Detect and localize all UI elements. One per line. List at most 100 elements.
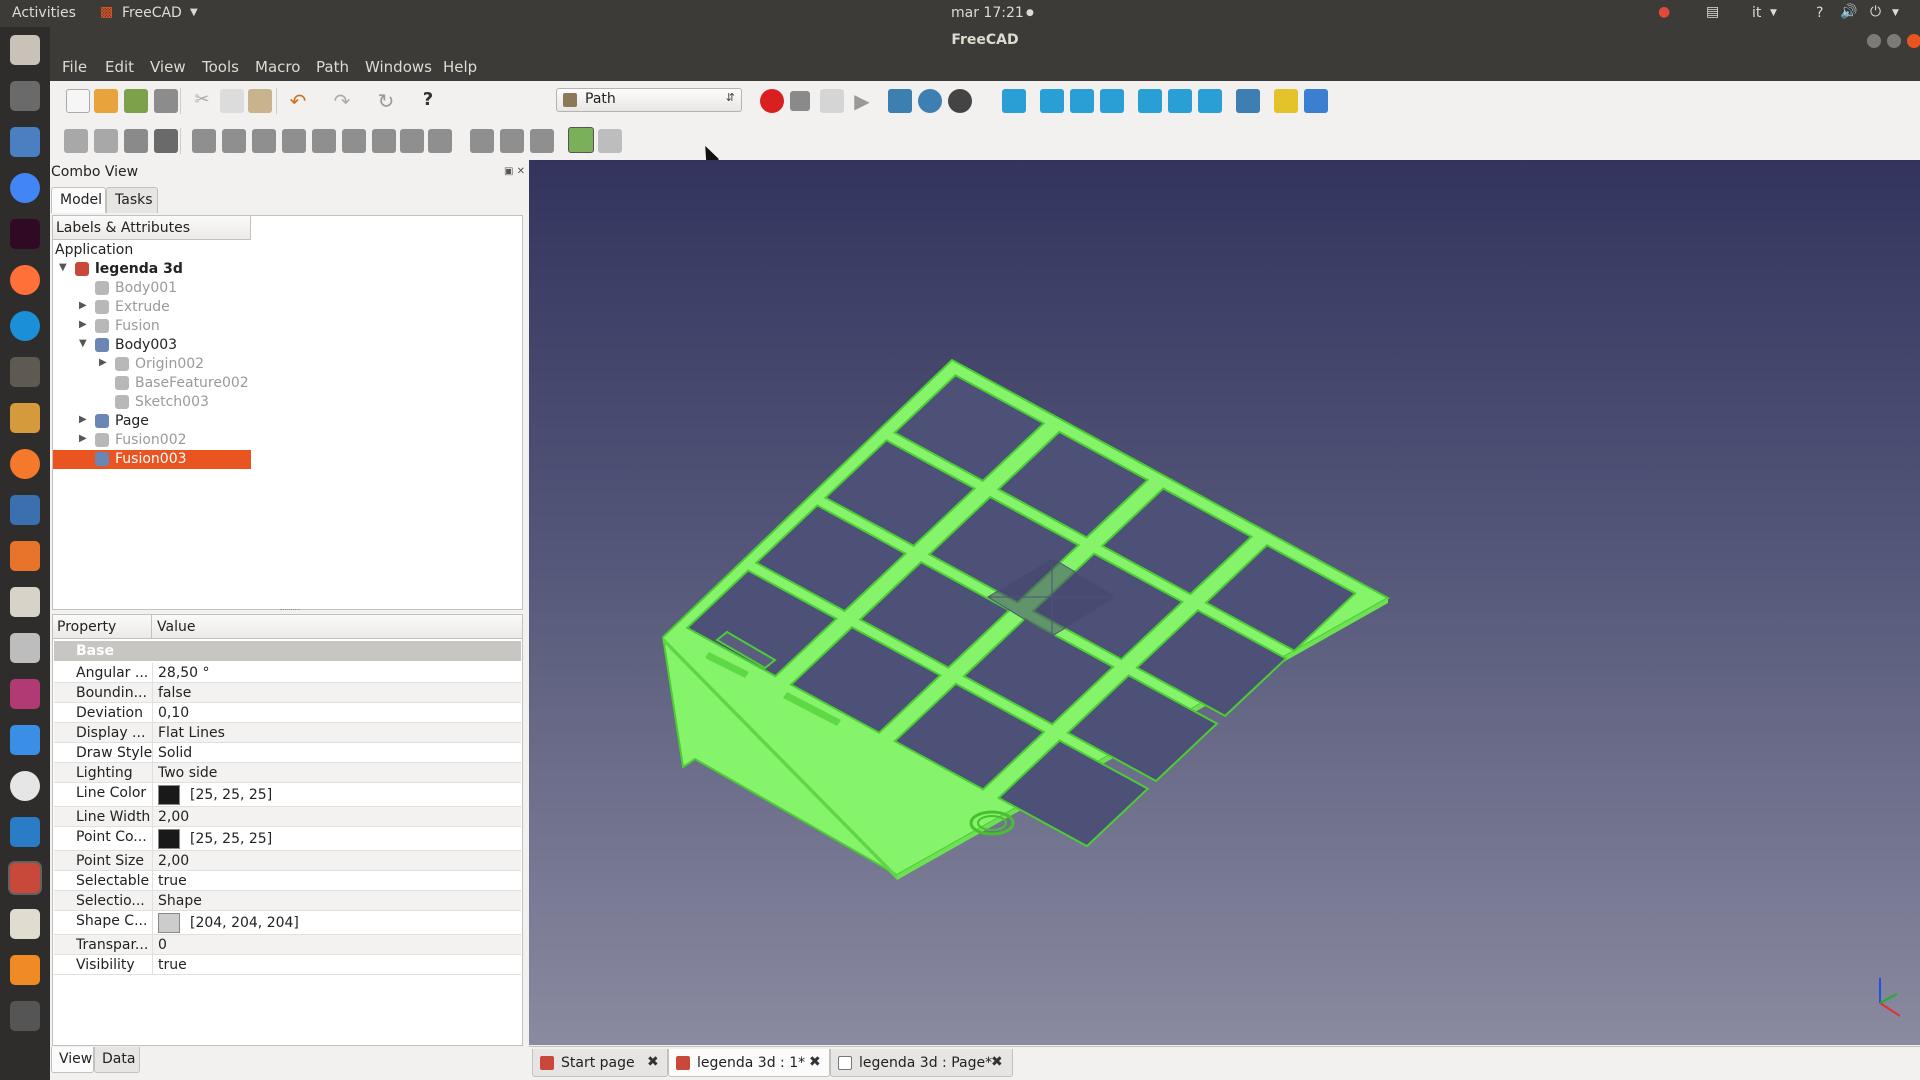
close-window-button[interactable]: [1907, 34, 1920, 48]
path-adaptive-icon[interactable]: [400, 129, 424, 153]
path-engrave-icon[interactable]: [428, 129, 452, 153]
whats-this-icon[interactable]: ?: [416, 89, 440, 113]
stop-macro-icon[interactable]: [790, 91, 810, 111]
tree-item[interactable]: ▶ Page: [53, 412, 523, 431]
menu-edit[interactable]: Edit: [105, 58, 134, 76]
remmina-app-icon[interactable]: [10, 495, 40, 525]
copy-icon[interactable]: [220, 89, 244, 113]
tree-item[interactable]: Body001: [53, 279, 523, 298]
doc-tab-legenda-3d[interactable]: legenda 3d : 1* ✖: [668, 1049, 830, 1077]
volume-icon[interactable]: 🔊: [1840, 4, 1857, 20]
collapsed-arrow-icon[interactable]: ▶: [99, 357, 107, 368]
column-divider[interactable]: [151, 615, 152, 639]
blender-app-icon[interactable]: [10, 449, 40, 479]
property-row[interactable]: Selectio... Shape: [54, 891, 521, 911]
redo-icon[interactable]: ↷: [330, 89, 354, 113]
property-row[interactable]: Visibility true: [54, 955, 521, 975]
undo-icon[interactable]: ↶: [286, 89, 310, 113]
property-value[interactable]: true: [158, 873, 187, 889]
virtualbox-app-icon[interactable]: [10, 817, 40, 847]
collapsed-arrow-icon[interactable]: ▶: [79, 300, 87, 311]
disk-app-icon[interactable]: [10, 771, 40, 801]
camera-app-icon[interactable]: [10, 633, 40, 663]
refresh-icon[interactable]: ↻: [374, 89, 398, 113]
sync-app-icon[interactable]: [10, 725, 40, 755]
measure-distance-icon[interactable]: [1236, 89, 1260, 113]
tree-header[interactable]: Labels & Attributes: [53, 216, 251, 240]
property-group-base[interactable]: Base: [54, 641, 521, 661]
expanded-arrow-icon[interactable]: ▼: [59, 262, 67, 273]
property-value[interactable]: [25, 25, 25]: [190, 787, 272, 803]
property-value[interactable]: 2,00: [158, 853, 189, 869]
software-center-icon[interactable]: [10, 541, 40, 571]
minimize-button[interactable]: [1867, 34, 1881, 48]
tree-item[interactable]: ▼ legenda 3d: [53, 260, 523, 279]
menu-view[interactable]: View: [150, 58, 186, 76]
fit-selection-icon[interactable]: [918, 89, 942, 113]
property-row[interactable]: Draw Style Solid: [54, 743, 521, 763]
writer-app-icon[interactable]: [10, 127, 40, 157]
color-swatch[interactable]: [158, 829, 180, 849]
clipboard-icon[interactable]: ▤: [1706, 4, 1719, 20]
property-value[interactable]: false: [158, 685, 191, 701]
activities-button[interactable]: Activities: [12, 5, 76, 21]
path-post-process-icon[interactable]: [94, 129, 118, 153]
draw-style-icon[interactable]: [948, 89, 972, 113]
run-macro-icon[interactable]: ▶: [850, 89, 874, 113]
path-helix-icon[interactable]: [372, 129, 396, 153]
path-dressup-icon[interactable]: [470, 129, 494, 153]
menu-windows[interactable]: Windows: [365, 58, 432, 76]
property-row[interactable]: Selectable true: [54, 871, 521, 891]
col-property[interactable]: Property: [57, 619, 116, 635]
property-row[interactable]: Point Co... [25, 25, 25]: [54, 827, 521, 851]
property-row[interactable]: Lighting Two side: [54, 763, 521, 783]
close-tab-icon[interactable]: ✖: [647, 1054, 659, 1070]
property-row[interactable]: Angular ... 28,50 °: [54, 663, 521, 683]
cut-icon[interactable]: ✂: [190, 89, 214, 113]
path-array-icon[interactable]: [500, 129, 524, 153]
tab-model[interactable]: Model: [51, 187, 106, 213]
menu-path[interactable]: Path: [316, 58, 349, 76]
close-tab-icon[interactable]: ✖: [809, 1054, 821, 1070]
terminal-app-icon[interactable]: [10, 219, 40, 249]
tab-data[interactable]: Data: [94, 1047, 140, 1073]
property-value[interactable]: 2,00: [158, 809, 189, 825]
view-isometric-icon[interactable]: [1002, 89, 1026, 113]
property-value[interactable]: Solid: [158, 745, 192, 761]
property-value[interactable]: 0: [158, 937, 167, 953]
view-top-icon[interactable]: [1070, 89, 1094, 113]
menu-help[interactable]: Help: [443, 58, 477, 76]
property-row[interactable]: Transpar... 0: [54, 935, 521, 955]
browser-app-icon[interactable]: [10, 311, 40, 341]
collapsed-arrow-icon[interactable]: ▶: [79, 319, 87, 330]
path-profile-faces-icon[interactable]: [222, 129, 246, 153]
color-swatch[interactable]: [158, 785, 180, 805]
doc-tab-legenda-page[interactable]: legenda 3d : Page* ✖: [830, 1049, 1013, 1077]
tree-item[interactable]: Sketch003: [53, 393, 523, 412]
collapsed-arrow-icon[interactable]: ▶: [79, 414, 87, 425]
doc-tab-start-page[interactable]: Start page ✖: [532, 1049, 668, 1077]
paste-icon[interactable]: [248, 89, 272, 113]
tree-item[interactable]: ▼ Body003: [53, 336, 523, 355]
property-row[interactable]: Deviation 0,10: [54, 703, 521, 723]
media-app-icon[interactable]: [10, 679, 40, 709]
collapsed-arrow-icon[interactable]: ▶: [79, 433, 87, 444]
tree-item[interactable]: ▶ Fusion: [53, 317, 523, 336]
close-tab-icon[interactable]: ✖: [991, 1054, 1003, 1070]
property-value[interactable]: [204, 204, 204]: [190, 915, 299, 931]
path-profile-icon[interactable]: [192, 129, 216, 153]
path-face-icon[interactable]: [342, 129, 366, 153]
help-indicator[interactable]: ?: [1816, 5, 1823, 21]
freecad-launcher-icon[interactable]: [10, 863, 40, 893]
tree-item[interactable]: ▶ Extrude: [53, 298, 523, 317]
view-rear-icon[interactable]: [1138, 89, 1162, 113]
property-value[interactable]: Shape: [158, 893, 202, 909]
group-folder-icon[interactable]: [1304, 89, 1328, 113]
keyboard-layout[interactable]: it: [1752, 5, 1761, 21]
maximize-button[interactable]: [1887, 34, 1901, 48]
tree-item[interactable]: Fusion003: [53, 450, 523, 469]
property-row[interactable]: Shape C... [204, 204, 204]: [54, 911, 521, 935]
3d-viewport[interactable]: [529, 160, 1920, 1045]
gimp-app-icon[interactable]: [10, 357, 40, 387]
firefox-app-icon[interactable]: [10, 265, 40, 295]
